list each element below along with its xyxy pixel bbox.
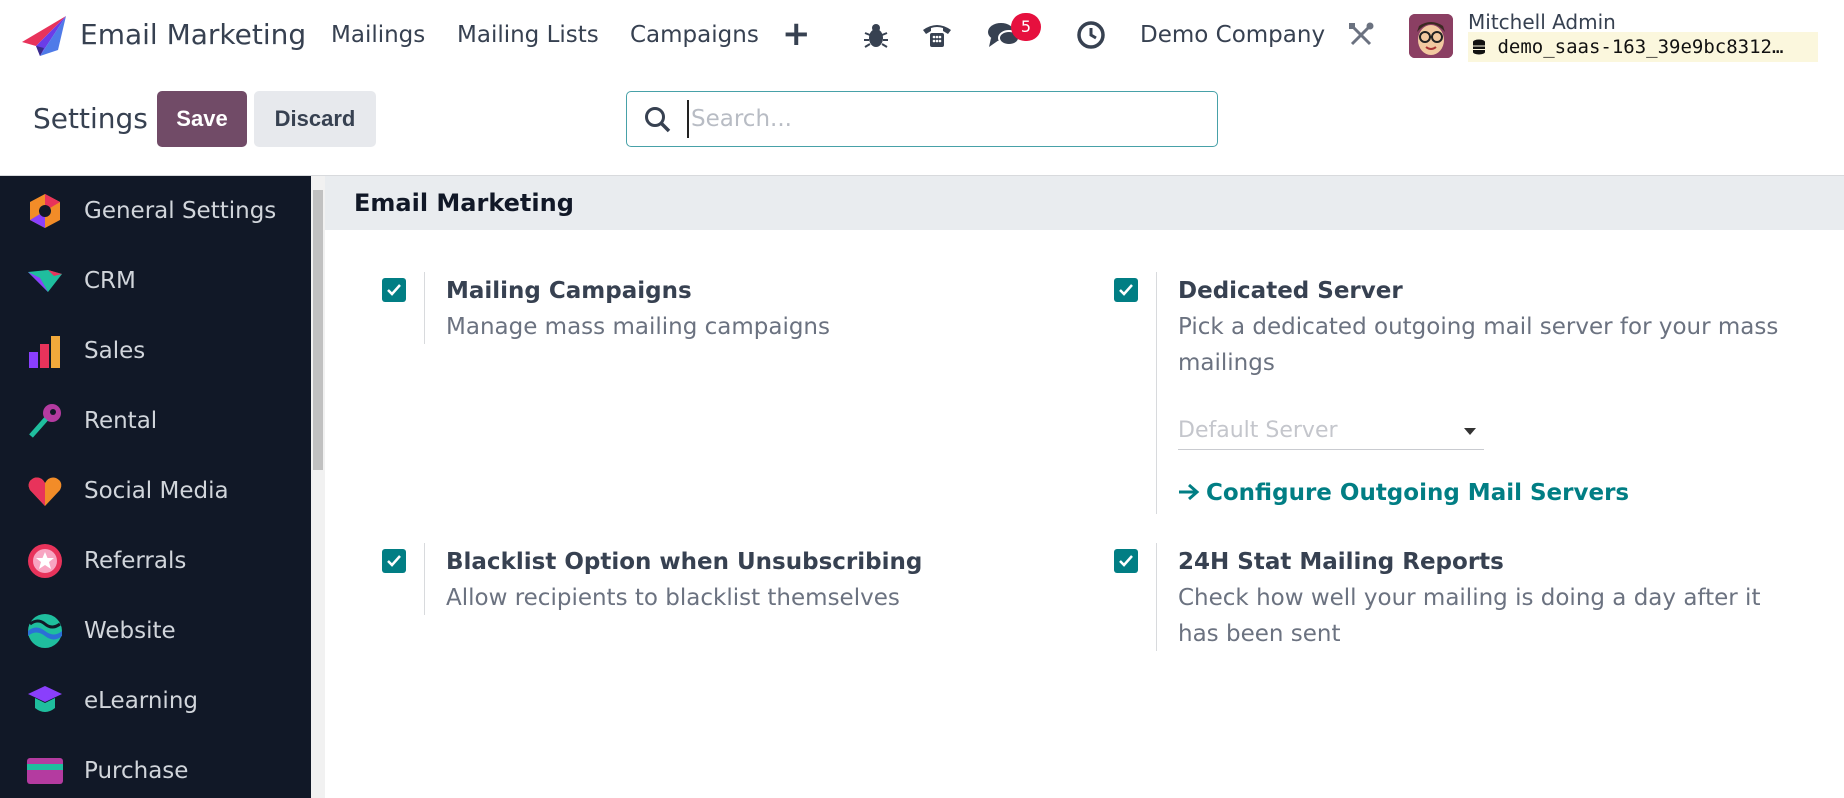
mailing-campaigns-desc: Manage mass mailing campaigns <box>446 314 830 340</box>
sidebar-item-label: Referrals <box>84 548 187 574</box>
save-button[interactable]: Save <box>157 91 247 147</box>
referrals-icon <box>28 544 62 578</box>
check-icon <box>1119 555 1133 567</box>
phone-icon[interactable] <box>920 18 954 52</box>
sidebar-item-label: Social Media <box>84 478 229 504</box>
sidebar-item-purchase[interactable]: Purchase <box>0 736 311 798</box>
debug-bug-icon[interactable] <box>859 18 893 52</box>
arrow-right-icon <box>1179 483 1200 501</box>
stat-reports-title: 24H Stat Mailing Reports <box>1178 549 1504 575</box>
stat-reports-checkbox[interactable] <box>1114 549 1138 573</box>
sidebar-item-label: Rental <box>84 408 158 434</box>
stat-reports-desc: Check how well your mailing is doing a d… <box>1178 585 1761 647</box>
user-name[interactable]: Mitchell Admin <box>1468 10 1616 34</box>
search-bar[interactable] <box>626 91 1218 147</box>
blacklist-option-title: Blacklist Option when Unsubscribing <box>446 549 923 575</box>
sidebar-item-elearning[interactable]: eLearning <box>0 666 311 736</box>
discard-button[interactable]: Discard <box>254 91 376 147</box>
messages-count-badge: 5 <box>1011 13 1041 41</box>
check-icon <box>387 555 401 567</box>
sidebar-item-label: eLearning <box>84 688 199 714</box>
company-switcher[interactable]: Demo Company <box>1140 22 1325 48</box>
menu-mailing-lists[interactable]: Mailing Lists <box>457 22 599 48</box>
configure-mail-servers-link[interactable]: Configure Outgoing Mail Servers <box>1178 480 1629 506</box>
database-name-text: demo_saas-163_39e9bc8312… <box>1497 36 1784 58</box>
configure-mail-servers-label: Configure Outgoing Mail Servers <box>1206 480 1630 506</box>
dedicated-server-title: Dedicated Server <box>1178 278 1403 304</box>
menu-campaigns[interactable]: Campaigns <box>630 22 759 48</box>
sidebar-item-label: CRM <box>84 268 136 294</box>
sidebar-item-social-media[interactable]: Social Media <box>0 456 311 526</box>
dedicated-server-checkbox[interactable] <box>1114 278 1138 302</box>
top-navbar: Email Marketing Mailings Mailing Lists C… <box>0 0 1844 74</box>
elearning-icon <box>28 686 62 712</box>
option-divider <box>424 543 425 615</box>
sidebar-item-referrals[interactable]: Referrals <box>0 526 311 596</box>
option-divider <box>1156 543 1157 651</box>
user-avatar[interactable] <box>1409 14 1453 58</box>
tools-icon[interactable] <box>1344 18 1378 52</box>
rental-icon <box>29 404 61 438</box>
purchase-icon <box>27 758 63 784</box>
database-name: demo_saas-163_39e9bc8312… <box>1468 32 1818 62</box>
sidebar-scrollbar-thumb[interactable] <box>313 190 323 470</box>
sidebar-item-crm[interactable]: CRM <box>0 246 311 316</box>
sales-icon <box>29 336 60 368</box>
dedicated-server-desc: Pick a dedicated outgoing mail server fo… <box>1178 314 1779 376</box>
sidebar-item-sales[interactable]: Sales <box>0 316 311 386</box>
add-menu-icon[interactable]: + <box>782 14 811 54</box>
search-input[interactable] <box>687 100 1197 138</box>
sidebar-item-label: Purchase <box>84 758 189 784</box>
database-icon <box>1473 39 1485 55</box>
mailing-campaigns-title: Mailing Campaigns <box>446 278 692 304</box>
sidebar-item-label: Website <box>84 618 176 644</box>
sidebar-item-label: Sales <box>84 338 146 364</box>
chevron-down-icon <box>1464 428 1476 435</box>
social-media-icon <box>28 477 62 506</box>
page-title: Settings <box>33 102 148 135</box>
email-marketing-logo-icon[interactable] <box>22 16 66 56</box>
check-icon <box>387 284 401 296</box>
blacklist-option-checkbox[interactable] <box>382 549 406 573</box>
website-icon <box>28 614 62 648</box>
general-settings-icon <box>30 194 60 228</box>
crm-icon <box>28 270 62 292</box>
option-divider <box>424 272 425 344</box>
sidebar-item-label: General Settings <box>84 198 277 224</box>
mailing-campaigns-checkbox[interactable] <box>382 278 406 302</box>
app-name[interactable]: Email Marketing <box>80 18 306 51</box>
option-divider <box>1156 272 1157 514</box>
sidebar-item-website[interactable]: Website <box>0 596 311 666</box>
menu-mailings[interactable]: Mailings <box>331 22 425 48</box>
mail-server-select[interactable]: Default Server <box>1178 412 1484 450</box>
blacklist-option-desc: Allow recipients to blacklist themselves <box>446 585 900 611</box>
activity-clock-icon[interactable] <box>1074 18 1108 52</box>
section-title: Email Marketing <box>354 189 574 217</box>
check-icon <box>1119 284 1133 296</box>
mail-server-select-value: Default Server <box>1178 418 1338 443</box>
search-icon <box>645 107 671 133</box>
sidebar-item-rental[interactable]: Rental <box>0 386 311 456</box>
sidebar-item-general-settings[interactable]: General Settings <box>0 176 311 246</box>
settings-sidebar: General Settings CRM Sales Rental Social… <box>0 176 311 798</box>
